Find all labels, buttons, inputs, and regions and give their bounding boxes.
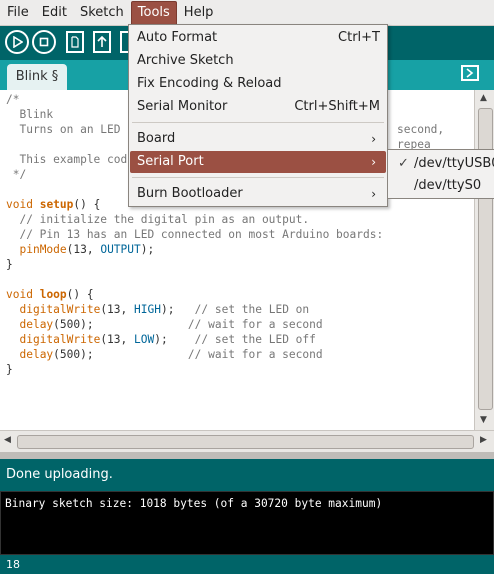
code-line: digitalWrite(13, LOW); // set the LED of… — [19, 333, 316, 346]
menu-item-label: Auto Format — [137, 30, 218, 45]
submenu-item-label: /dev/ttyS0 — [414, 178, 482, 193]
scroll-down-icon[interactable]: ▼ — [480, 415, 487, 425]
submenu-item-ttyusb0[interactable]: ✓ /dev/ttyUSB0 — [388, 153, 494, 175]
menu-item-label: Serial Port — [137, 154, 204, 169]
code-line: This example cod — [6, 153, 128, 166]
menu-sketch[interactable]: Sketch — [74, 2, 130, 24]
code-line: delay(500); // wait for a second — [19, 348, 323, 361]
code-overflow-text: second, repea — [397, 123, 445, 151]
chevron-right-icon: › — [371, 187, 376, 201]
chevron-right-icon: › — [371, 155, 376, 169]
menu-item-fix-encoding[interactable]: Fix Encoding & Reload — [130, 73, 386, 95]
menu-item-label: Archive Sketch — [137, 53, 234, 68]
status-bar: Done uploading. — [0, 459, 494, 491]
console-output: Binary sketch size: 1018 bytes (of a 307… — [0, 491, 494, 555]
code-line: // Pin 13 has an LED connected on most A… — [6, 228, 384, 241]
status-message: Done uploading. — [6, 467, 113, 482]
serial-port-submenu: ✓ /dev/ttyUSB0 /dev/ttyS0 — [387, 149, 494, 199]
code-line: /* — [6, 93, 20, 106]
menu-item-label: Serial Monitor — [137, 99, 228, 114]
menu-help[interactable]: Help — [178, 2, 220, 24]
horizontal-scroll-thumb[interactable] — [17, 435, 474, 449]
tools-menu: Auto Format Ctrl+T Archive Sketch Fix En… — [128, 24, 388, 207]
serial-monitor-icon[interactable] — [461, 65, 479, 81]
chevron-right-icon: › — [371, 132, 376, 146]
code-line: digitalWrite(13, HIGH); // set the LED o… — [19, 303, 310, 316]
stop-icon[interactable] — [32, 30, 56, 54]
pane-divider[interactable] — [0, 452, 494, 459]
menu-item-archive-sketch[interactable]: Archive Sketch — [130, 50, 386, 72]
code-line: void loop() { — [6, 288, 94, 301]
code-line: // initialize the digital pin as an outp… — [6, 213, 310, 226]
menu-item-serial-port[interactable]: Serial Port › — [130, 151, 386, 173]
tab-blink[interactable]: Blink § — [7, 64, 67, 90]
code-line: Blink — [6, 108, 54, 121]
menu-separator — [132, 122, 384, 123]
menu-item-burn-bootloader[interactable]: Burn Bootloader › — [130, 183, 386, 205]
checkmark-icon: ✓ — [398, 156, 409, 171]
code-line: Turns on an LED — [6, 123, 121, 136]
code-line: */ — [6, 168, 27, 181]
menu-item-label: Burn Bootloader — [137, 186, 243, 201]
code-line: } — [6, 363, 13, 376]
submenu-item-label: /dev/ttyUSB0 — [414, 156, 494, 171]
verify-icon[interactable] — [5, 30, 29, 54]
code-line: delay(500); // wait for a second — [19, 318, 323, 331]
scroll-up-icon[interactable]: ▲ — [480, 93, 487, 103]
line-number: 18 — [6, 558, 20, 571]
menu-item-auto-format[interactable]: Auto Format Ctrl+T — [130, 27, 386, 49]
menu-item-label: Fix Encoding & Reload — [137, 76, 282, 91]
code-line: } — [6, 258, 13, 271]
menu-file[interactable]: File — [1, 2, 35, 24]
console-text: Binary sketch size: 1018 bytes (of a 307… — [5, 497, 383, 510]
line-number-bar: 18 — [0, 555, 494, 574]
menu-separator — [132, 177, 384, 178]
menu-item-shortcut: Ctrl+Shift+M — [294, 99, 380, 114]
menu-item-serial-monitor[interactable]: Serial Monitor Ctrl+Shift+M — [130, 96, 386, 118]
menu-item-board[interactable]: Board › — [130, 128, 386, 150]
submenu-item-ttys0[interactable]: /dev/ttyS0 — [388, 175, 494, 197]
code-line: void setup() { — [6, 198, 101, 211]
menu-tools[interactable]: Tools — [130, 1, 177, 24]
code-line: pinMode(13, OUTPUT); — [19, 243, 155, 256]
menu-bar: File Edit Sketch Tools Help — [0, 0, 494, 26]
menu-item-shortcut: Ctrl+T — [338, 30, 380, 45]
scroll-right-icon[interactable]: ▶ — [480, 435, 487, 445]
horizontal-scrollbar[interactable]: ◀ ▶ — [0, 430, 494, 452]
vertical-scrollbar[interactable]: ▲ ▼ — [474, 90, 494, 430]
scroll-left-icon[interactable]: ◀ — [4, 435, 11, 445]
open-icon[interactable] — [93, 31, 111, 53]
menu-edit[interactable]: Edit — [36, 2, 73, 24]
new-icon[interactable] — [66, 31, 84, 53]
menu-item-label: Board — [137, 131, 176, 146]
